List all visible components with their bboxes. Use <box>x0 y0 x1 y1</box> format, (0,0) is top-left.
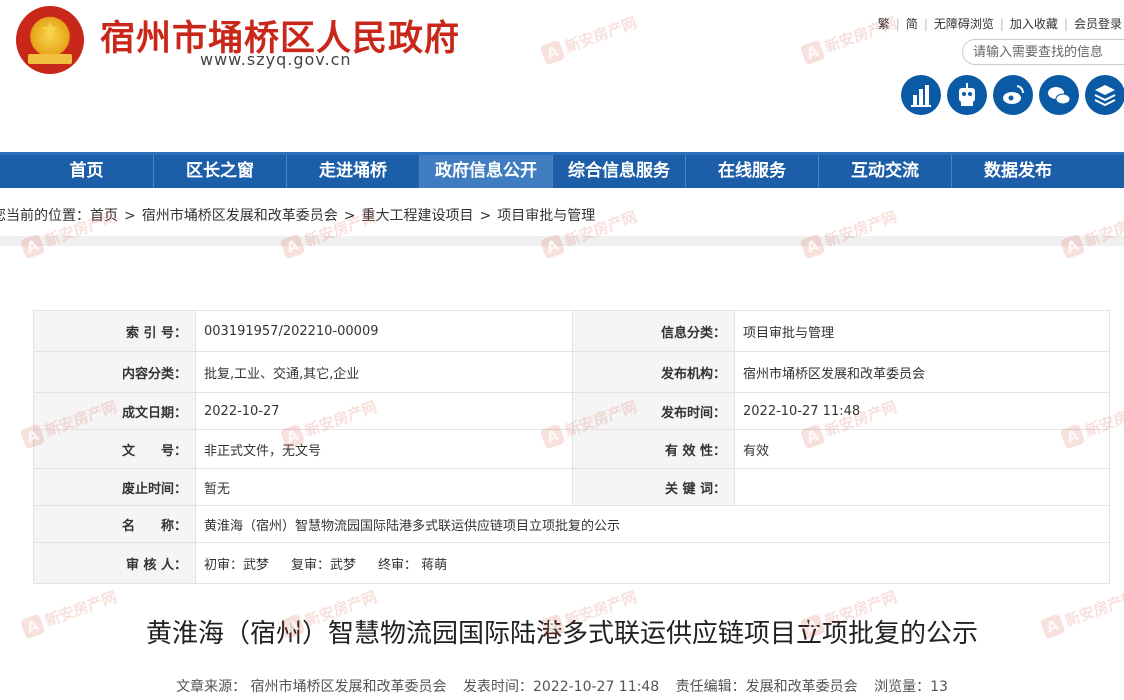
breadcrumb-home[interactable]: 首页 <box>90 208 118 224</box>
first-review: 初审：武梦 <box>204 557 270 573</box>
article-views: 浏览量：13 <box>874 679 948 695</box>
name-value: 黄淮海（宿州）智慧物流园国际陆港多式联运供应链项目立项批复的公示 <box>195 505 1110 543</box>
nav-info-services[interactable]: 综合信息服务 <box>553 155 686 188</box>
table-row: 文 号： 非正式文件，无文号 有 效 性： 有效 <box>33 429 1110 469</box>
simplified-chinese-link[interactable]: 简 <box>906 15 918 32</box>
nav-mayor-window[interactable]: 区长之窗 <box>154 155 287 188</box>
nav-gov-info-disclosure[interactable]: 政府信息公开 <box>420 155 553 188</box>
divider-bar <box>0 236 1124 246</box>
main-nav: 首页 区长之窗 走进埇桥 政府信息公开 综合信息服务 在线服务 互动交流 数据发… <box>0 152 1124 188</box>
breadcrumb: 您当前的位置：首页 > 宿州市埇桥区发展和改革委员会 > 重大工程建设项目 > 项目审批与管… <box>0 205 595 225</box>
info-meta-table: 索 引 号： 003191957/202210-00009 信息分类： 项目审批… <box>33 310 1110 584</box>
reviewer-value: 初审：武梦 复审：武梦 终审： 蒋萌 <box>195 542 1110 584</box>
traditional-chinese-link[interactable]: 繁 <box>878 15 890 32</box>
national-emblem-logo: ★ <box>16 6 84 74</box>
table-row: 审 核 人： 初审：武梦 复审：武梦 终审： 蒋萌 <box>33 542 1110 584</box>
add-favorite-link[interactable]: 加入收藏 <box>1010 15 1058 32</box>
top-links: 繁 | 简 | 无障碍浏览 | 加入收藏 | 会员登录 <box>878 15 1122 32</box>
pub-time-label: 发布时间： <box>572 392 735 430</box>
nav-about-yongqiao[interactable]: 走进埇桥 <box>287 155 420 188</box>
content-class-label: 内容分类： <box>33 351 196 393</box>
nav-data-release[interactable]: 数据发布 <box>952 155 1084 188</box>
nav-online-services[interactable]: 在线服务 <box>686 155 819 188</box>
table-row: 成文日期： 2022-10-27 发布时间： 2022-10-27 11:48 <box>33 392 1110 430</box>
index-label: 索 引 号： <box>33 310 196 352</box>
abolish-value: 暂无 <box>195 468 573 506</box>
keywords-label: 关 键 词： <box>572 468 735 506</box>
validity-value: 有效 <box>734 429 1110 469</box>
doc-no-value: 非正式文件，无文号 <box>195 429 573 469</box>
article-title: 黄淮海（宿州）智慧物流园国际陆港多式联运供应链项目立项批复的公示 <box>145 619 978 649</box>
article-meta: 文章来源： 宿州市埇桥区发展和改革委员会 发表时间：2022-10-27 11:… <box>0 676 1124 696</box>
weibo-icon[interactable] <box>993 75 1033 115</box>
date-label: 成文日期： <box>33 392 196 430</box>
table-row: 名 称： 黄淮海（宿州）智慧物流园国际陆港多式联运供应链项目立项批复的公示 <box>33 505 1110 543</box>
publisher-label: 发布机构： <box>572 351 735 393</box>
abolish-label: 废止时间： <box>33 468 196 506</box>
divider: | <box>895 17 900 31</box>
breadcrumb-major-projects[interactable]: 重大工程建设项目 <box>361 208 473 224</box>
nav-interaction[interactable]: 互动交流 <box>819 155 952 188</box>
date-value: 2022-10-27 <box>195 392 573 430</box>
index-value: 003191957/202210-00009 <box>195 310 573 352</box>
table-row: 内容分类： 批复,工业、交通,其它,企业 发布机构： 宿州市埇桥区发展和改革委员… <box>33 351 1110 393</box>
divider: | <box>923 17 928 31</box>
wechat-icon[interactable] <box>1039 75 1079 115</box>
pub-time-value: 2022-10-27 11:48 <box>734 392 1110 430</box>
member-login-link[interactable]: 会员登录 <box>1074 15 1122 32</box>
search-input[interactable]: 请输入需要查找的信息 <box>962 39 1124 65</box>
breadcrumb-dept[interactable]: 宿州市埇桥区发展和改革委员会 <box>142 208 338 224</box>
site-header: ★ 宿州市埇桥区人民政府 www.szyq.gov.cn 繁 | 简 | 无障碍浏览 | 加… <box>0 0 1124 152</box>
nav-home[interactable]: 首页 <box>20 155 154 188</box>
second-review: 复审：武梦 <box>291 557 357 573</box>
watermark: A新安房产网 <box>1059 206 1124 260</box>
breadcrumb-separator: > <box>479 208 492 224</box>
watermark: A新安房产网 <box>799 206 899 260</box>
keywords-value <box>734 468 1110 506</box>
info-class-label: 信息分类： <box>572 310 735 352</box>
article-source: 文章来源： 宿州市埇桥区发展和改革委员会 <box>176 679 447 695</box>
article-pub-time: 发表时间：2022-10-27 11:48 <box>463 679 660 695</box>
reviewer-label: 审 核 人： <box>33 542 196 584</box>
divider: | <box>999 17 1004 31</box>
breadcrumb-project-approval[interactable]: 项目审批与管理 <box>497 208 595 224</box>
breadcrumb-prefix: 您当前的位置： <box>0 208 90 224</box>
table-row: 废止时间： 暂无 关 键 词： <box>33 468 1110 506</box>
validity-label: 有 效 性： <box>572 429 735 469</box>
accessibility-link[interactable]: 无障碍浏览 <box>934 15 994 32</box>
divider: | <box>1063 17 1068 31</box>
chart-icon[interactable] <box>901 75 941 115</box>
layers-icon[interactable] <box>1085 75 1124 115</box>
article-editor: 责任编辑：发展和改革委员会 <box>675 679 858 695</box>
site-url: www.szyq.gov.cn <box>200 50 352 69</box>
breadcrumb-separator: > <box>343 208 356 224</box>
content-class-value: 批复,工业、交通,其它,企业 <box>195 351 573 393</box>
info-class-value: 项目审批与管理 <box>734 310 1110 352</box>
publisher-value: 宿州市埇桥区发展和改革委员会 <box>734 351 1110 393</box>
table-row: 索 引 号： 003191957/202210-00009 信息分类： 项目审批… <box>33 310 1110 352</box>
name-label: 名 称： <box>33 505 196 543</box>
doc-no-label: 文 号： <box>33 429 196 469</box>
robot-icon[interactable] <box>947 75 987 115</box>
final-review: 终审： 蒋萌 <box>378 557 448 573</box>
breadcrumb-separator: > <box>124 208 136 224</box>
